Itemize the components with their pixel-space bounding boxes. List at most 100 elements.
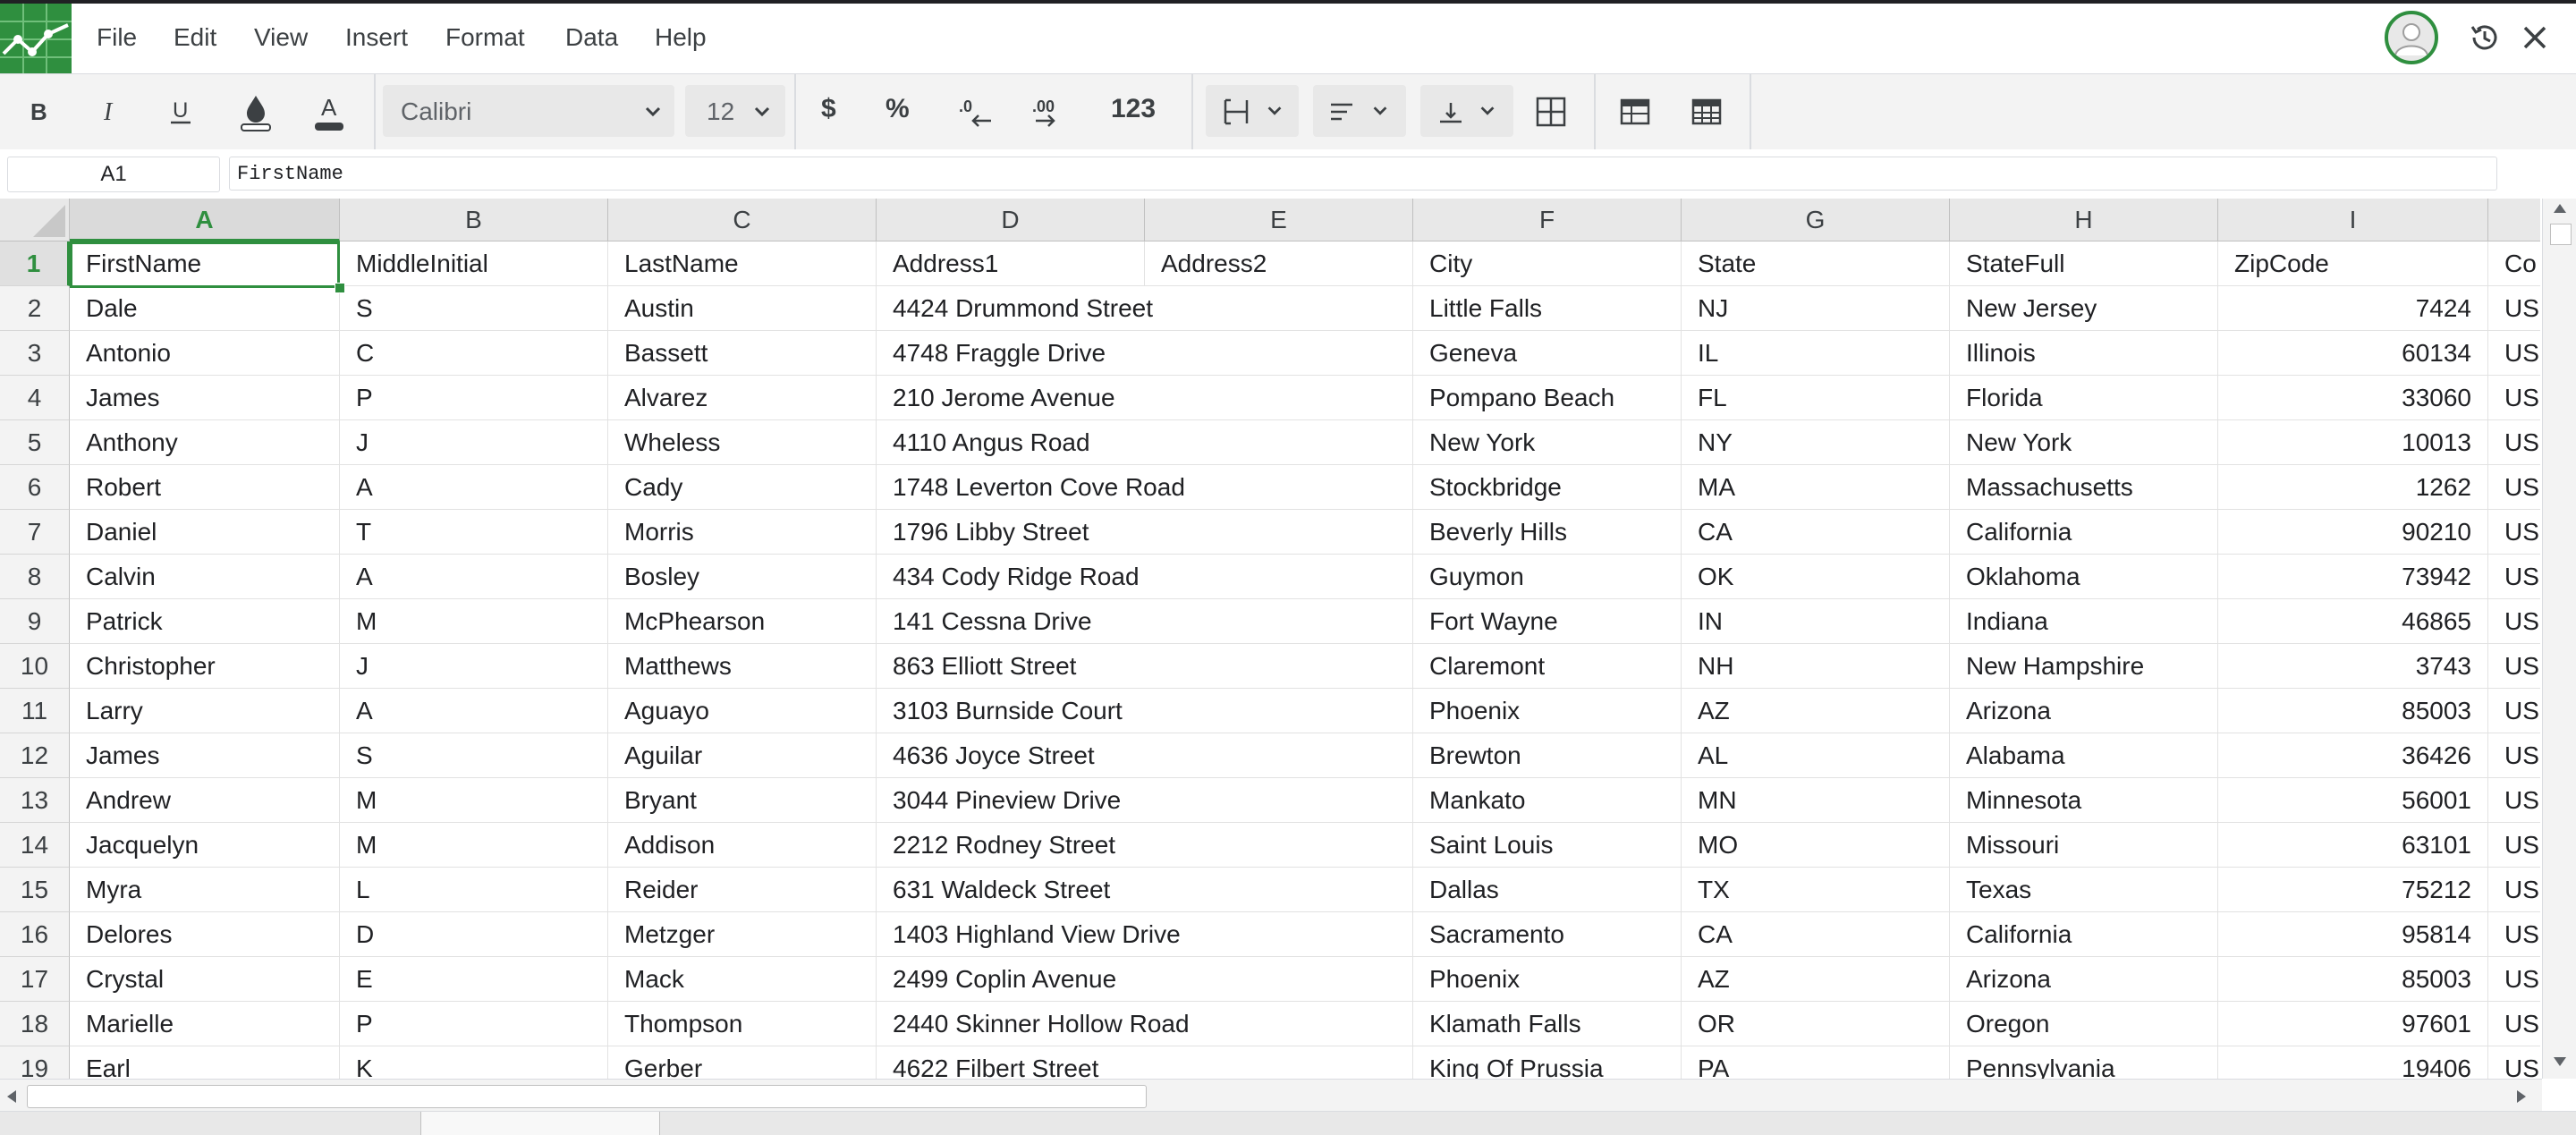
sheet-tab[interactable] — [420, 1112, 660, 1135]
row-header[interactable]: 1 — [0, 241, 70, 286]
table-cell[interactable]: Myra — [70, 868, 340, 912]
table-cell[interactable]: 434 Cody Ridge Road — [877, 555, 1145, 599]
borders-button[interactable] — [1528, 89, 1574, 135]
table-cell[interactable]: US — [2488, 465, 2540, 510]
table-cell[interactable]: Dale — [70, 286, 340, 331]
table-cell[interactable]: IL — [1682, 331, 1950, 376]
vertical-scrollbar[interactable] — [2542, 199, 2576, 1079]
table-cell[interactable] — [1145, 420, 1413, 465]
table-cell[interactable]: US — [2488, 823, 2540, 868]
table-cell[interactable]: Guymon — [1413, 555, 1682, 599]
row-header[interactable]: 8 — [0, 555, 70, 599]
table-cell[interactable]: Morris — [608, 510, 877, 555]
table-cell[interactable]: FL — [1682, 376, 1950, 420]
menu-file[interactable]: File — [97, 23, 137, 52]
decrease-decimal-button[interactable]: .0 — [953, 89, 1000, 135]
menu-view[interactable]: View — [254, 23, 308, 52]
table-cell[interactable]: 33060 — [2218, 376, 2488, 420]
table-cell[interactable]: NJ — [1682, 286, 1950, 331]
fill-color-button[interactable] — [233, 89, 279, 135]
table-cell[interactable]: A — [340, 465, 608, 510]
table-cell[interactable]: Beverly Hills — [1413, 510, 1682, 555]
number-format-button[interactable]: 123 — [1111, 94, 1156, 124]
column-header-partial[interactable] — [2488, 199, 2540, 241]
table-cell[interactable]: Earl — [70, 1046, 340, 1079]
table-cell[interactable]: PA — [1682, 1046, 1950, 1079]
table-cell[interactable]: Calvin — [70, 555, 340, 599]
table-cell[interactable] — [1145, 599, 1413, 644]
table-cell[interactable]: 631 Waldeck Street — [877, 868, 1145, 912]
table-cell[interactable]: US — [2488, 689, 2540, 733]
column-header-g[interactable]: G — [1682, 199, 1950, 241]
scroll-down-icon[interactable] — [2552, 1055, 2568, 1068]
table-cell[interactable]: King Of Prussia — [1413, 1046, 1682, 1079]
table-cell[interactable]: Delores — [70, 912, 340, 957]
table-cell[interactable] — [1145, 823, 1413, 868]
table-cell[interactable]: Thompson — [608, 1002, 877, 1046]
table-cell[interactable]: P — [340, 1002, 608, 1046]
row-header[interactable]: 6 — [0, 465, 70, 510]
table-cell[interactable] — [1145, 733, 1413, 778]
table-cell[interactable]: 1748 Leverton Cove Road — [877, 465, 1185, 510]
user-avatar[interactable] — [2385, 11, 2438, 64]
table-cell[interactable]: 4748 Fraggle Drive — [877, 331, 1145, 376]
history-icon[interactable] — [2469, 21, 2501, 54]
table-cell[interactable]: 3743 — [2218, 644, 2488, 689]
table-cell[interactable]: Minnesota — [1950, 778, 2218, 823]
table-cell[interactable]: Christopher — [70, 644, 340, 689]
table-cell[interactable]: IN — [1682, 599, 1950, 644]
fill-handle[interactable] — [335, 283, 345, 293]
table-cell[interactable]: 2499 Coplin Avenue — [877, 957, 1145, 1002]
table-cell[interactable]: Illinois — [1950, 331, 2218, 376]
table-cell[interactable]: OR — [1682, 1002, 1950, 1046]
scroll-up-icon[interactable] — [2552, 202, 2568, 215]
table-cell[interactable]: 73942 — [2218, 555, 2488, 599]
horizontal-align-dropdown[interactable] — [1313, 85, 1406, 137]
table-cell[interactable]: 36426 — [2218, 733, 2488, 778]
table-cell[interactable]: M — [340, 778, 608, 823]
table-cell[interactable]: NY — [1682, 420, 1950, 465]
table-cell[interactable]: US — [2488, 733, 2540, 778]
table-cell[interactable]: Anthony — [70, 420, 340, 465]
table-cell[interactable] — [1145, 778, 1413, 823]
table-cell[interactable]: MN — [1682, 778, 1950, 823]
table-cell[interactable] — [1145, 555, 1413, 599]
table-cell[interactable]: Addison — [608, 823, 877, 868]
table-cell[interactable]: Austin — [608, 286, 877, 331]
table-cell[interactable]: California — [1950, 510, 2218, 555]
table-cell[interactable]: Claremont — [1413, 644, 1682, 689]
menu-help[interactable]: Help — [655, 23, 707, 52]
header-cell[interactable]: LastName — [608, 241, 877, 286]
table-cell[interactable]: 1403 Highland View Drive — [877, 912, 1181, 957]
font-size-select[interactable]: 12 — [685, 85, 785, 137]
table-cell[interactable]: Sacramento — [1413, 912, 1682, 957]
table-cell[interactable]: New York — [1950, 420, 2218, 465]
table-cell[interactable]: 2440 Skinner Hollow Road — [877, 1002, 1190, 1046]
table-cell[interactable]: Mack — [608, 957, 877, 1002]
menu-data[interactable]: Data — [565, 23, 618, 52]
italic-button[interactable]: I — [86, 89, 132, 135]
table-cell[interactable]: Alvarez — [608, 376, 877, 420]
font-family-select[interactable]: Calibri — [383, 85, 674, 137]
table-cell[interactable]: Bassett — [608, 331, 877, 376]
table-cell[interactable]: 90210 — [2218, 510, 2488, 555]
table-cell[interactable]: US — [2488, 599, 2540, 644]
name-box[interactable]: A1 — [7, 157, 220, 192]
column-header-b[interactable]: B — [340, 199, 608, 241]
table-cell[interactable]: US — [2488, 510, 2540, 555]
table-cell[interactable] — [1145, 689, 1413, 733]
column-header-h[interactable]: H — [1950, 199, 2218, 241]
header-cell[interactable]: StateFull — [1950, 241, 2218, 286]
spreadsheet-grid[interactable]: A B C D E F G H I 1 FirstName MiddleInitial LastName… — [0, 199, 2540, 1079]
table-cell[interactable]: Antonio — [70, 331, 340, 376]
column-header-a[interactable]: A — [70, 199, 340, 241]
row-header[interactable]: 7 — [0, 510, 70, 555]
table-cell[interactable]: Gerber — [608, 1046, 877, 1079]
table-cell[interactable]: Indiana — [1950, 599, 2218, 644]
header-cell[interactable]: City — [1413, 241, 1682, 286]
row-header[interactable]: 10 — [0, 644, 70, 689]
table-cell[interactable]: Matthews — [608, 644, 877, 689]
table-cell[interactable]: US — [2488, 286, 2540, 331]
table-cell[interactable]: Massachusetts — [1950, 465, 2218, 510]
table-cell[interactable]: 75212 — [2218, 868, 2488, 912]
